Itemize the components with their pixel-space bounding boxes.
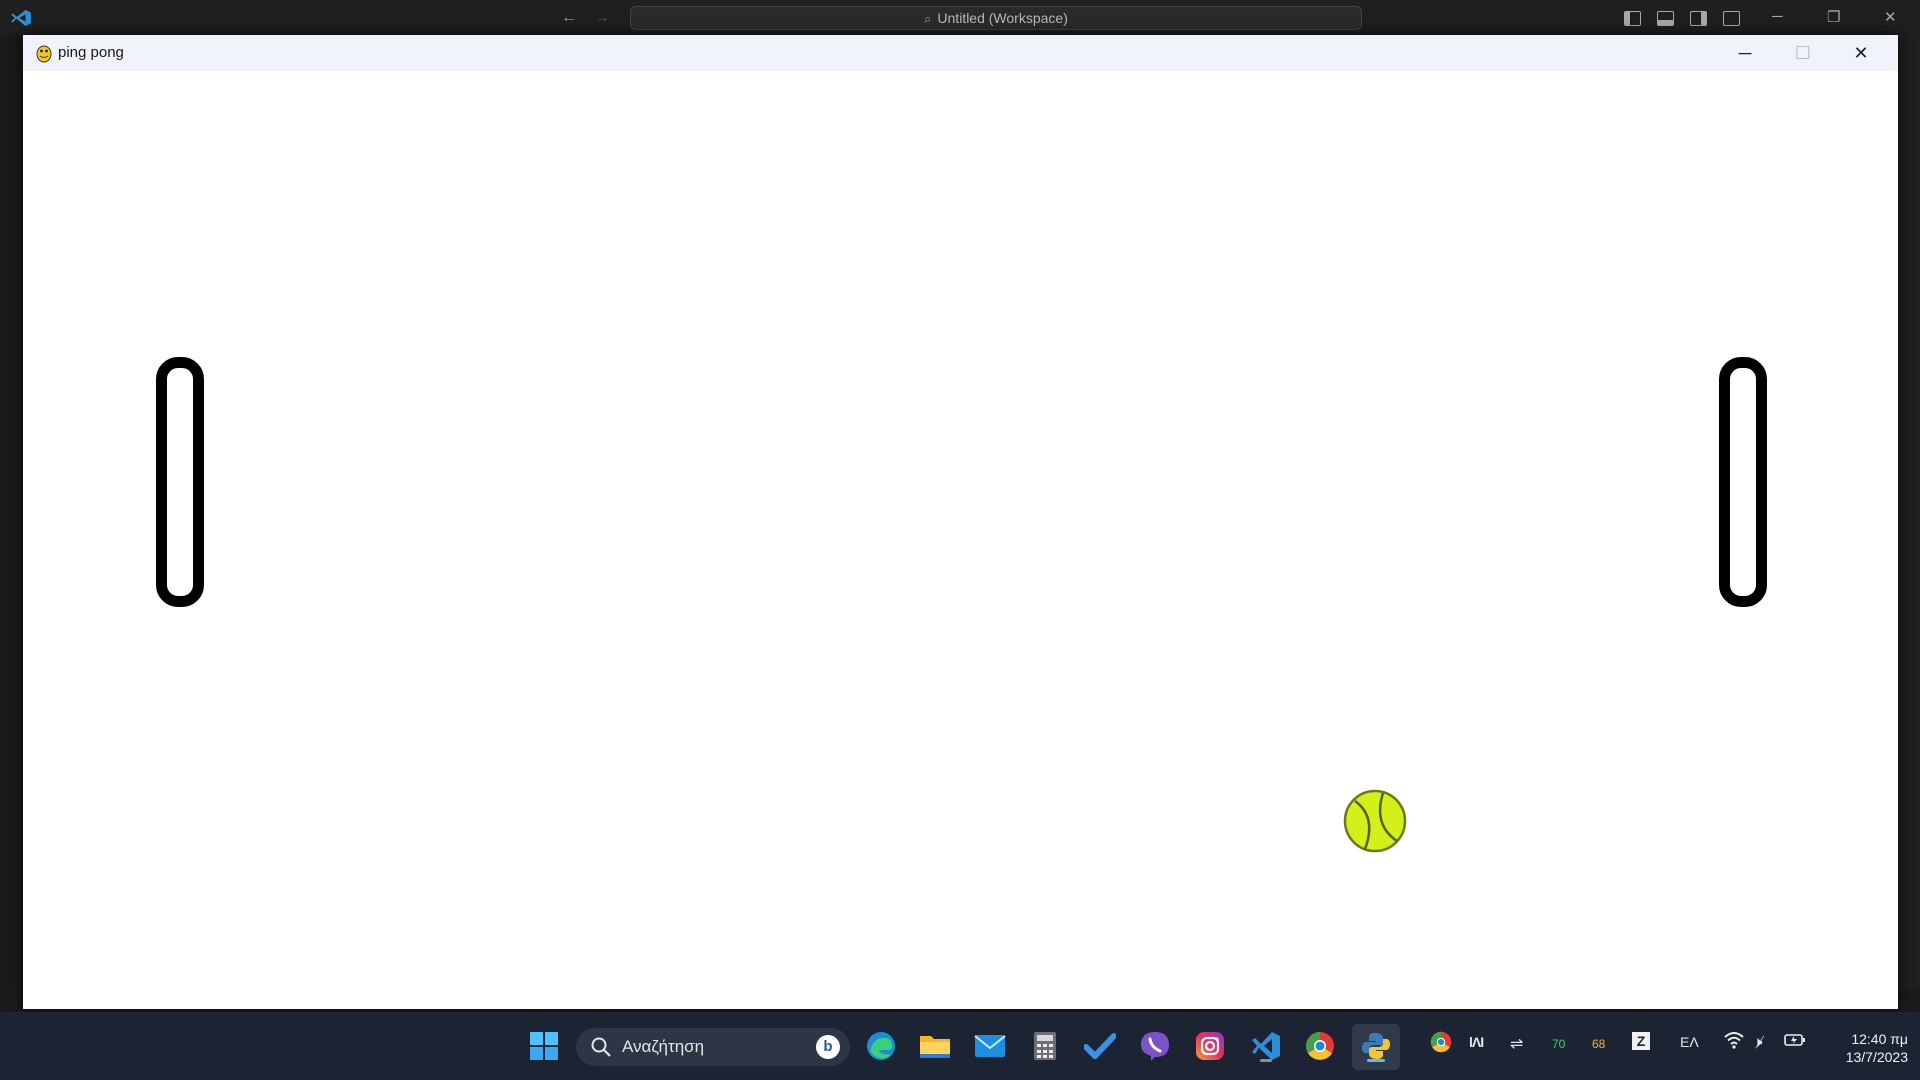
search-placeholder: Αναζήτηση	[622, 1037, 705, 1056]
minimize-button[interactable]: ─	[1716, 35, 1774, 71]
todo-icon[interactable]	[1080, 1026, 1120, 1066]
pygame-snake-icon	[36, 45, 52, 63]
bing-icon[interactable]: b	[816, 1035, 840, 1059]
clock-time: 12:40 πμ	[1851, 1031, 1908, 1047]
tray-settings-sliders-icon[interactable]: ⇌	[1510, 1034, 1523, 1054]
clock-date: 13/7/2023	[1845, 1049, 1908, 1065]
python-icon[interactable]	[1356, 1026, 1396, 1066]
close-button[interactable]: ✕	[1832, 35, 1890, 71]
left-paddle	[156, 357, 204, 607]
toggle-secondary-sidebar-icon[interactable]	[1690, 11, 1707, 26]
tray-chrome-icon[interactable]	[1430, 1031, 1452, 1056]
battery-icon[interactable]	[1784, 1032, 1806, 1051]
game-canvas[interactable]	[23, 71, 1898, 1009]
chrome-icon[interactable]	[1300, 1026, 1340, 1066]
calculator-icon[interactable]	[1025, 1026, 1065, 1066]
mail-icon[interactable]	[970, 1026, 1010, 1066]
window-title: ping pong	[58, 44, 124, 61]
viber-icon[interactable]	[1135, 1026, 1175, 1066]
system-clock[interactable]: 12:40 πμ 13/7/2023	[1820, 1030, 1908, 1066]
vscode-close-icon[interactable]: ✕	[1884, 8, 1897, 26]
active-indicator	[1367, 1059, 1385, 1062]
start-icon[interactable]	[524, 1026, 564, 1066]
workspace-title: Untitled (Workspace)	[937, 10, 1068, 26]
vscode-activity-bar	[0, 35, 22, 1010]
tray-z-app-icon[interactable]: Z	[1632, 1032, 1650, 1050]
forward-arrow-icon[interactable]: →	[594, 9, 610, 27]
right-paddle	[1719, 357, 1767, 607]
vscode-titlebar: ← → ⌕ Untitled (Workspace) ─ ❐ ✕	[0, 0, 1920, 35]
maximize-button[interactable]: ☐	[1774, 35, 1832, 71]
tray-cpu-temp[interactable]: 68	[1592, 1037, 1605, 1051]
vscode-minimize-icon[interactable]: ─	[1772, 8, 1783, 25]
vscode-icon[interactable]	[1246, 1026, 1286, 1066]
vscode-logo-icon	[11, 9, 31, 27]
customize-layout-icon[interactable]	[1723, 11, 1740, 26]
tennis-ball	[1343, 789, 1407, 853]
toggle-primary-sidebar-icon[interactable]	[1624, 11, 1641, 26]
search-icon: ⌕	[924, 11, 932, 26]
command-center-search[interactable]: ⌕ Untitled (Workspace)	[630, 6, 1362, 30]
taskbar: Αναζήτηση b lɅI ⇌ 70 68 Z ΕΛ 🕨̸ 12:40 πμ…	[0, 1012, 1920, 1080]
back-arrow-icon[interactable]: ←	[561, 9, 577, 27]
tray-gpu-temp[interactable]: 70	[1552, 1037, 1565, 1051]
volume-muted-icon[interactable]: 🕨̸	[1753, 1034, 1762, 1051]
file-explorer-icon[interactable]	[915, 1026, 955, 1066]
wifi-icon[interactable]	[1724, 1031, 1744, 1052]
language-indicator[interactable]: ΕΛ	[1680, 1034, 1699, 1050]
running-indicator	[1260, 1059, 1272, 1062]
edge-icon[interactable]	[861, 1026, 901, 1066]
game-window: ping pong ─ ☐ ✕	[23, 35, 1898, 1009]
toggle-panel-icon[interactable]	[1657, 11, 1674, 26]
instagram-icon[interactable]	[1190, 1026, 1230, 1066]
search-icon	[591, 1037, 611, 1057]
taskbar-search-box[interactable]: Αναζήτηση b	[576, 1028, 850, 1066]
tray-monitor-icon[interactable]: lɅI	[1469, 1034, 1484, 1050]
vscode-restore-icon[interactable]: ❐	[1827, 8, 1840, 26]
game-window-titlebar[interactable]: ping pong ─ ☐ ✕	[23, 35, 1898, 71]
